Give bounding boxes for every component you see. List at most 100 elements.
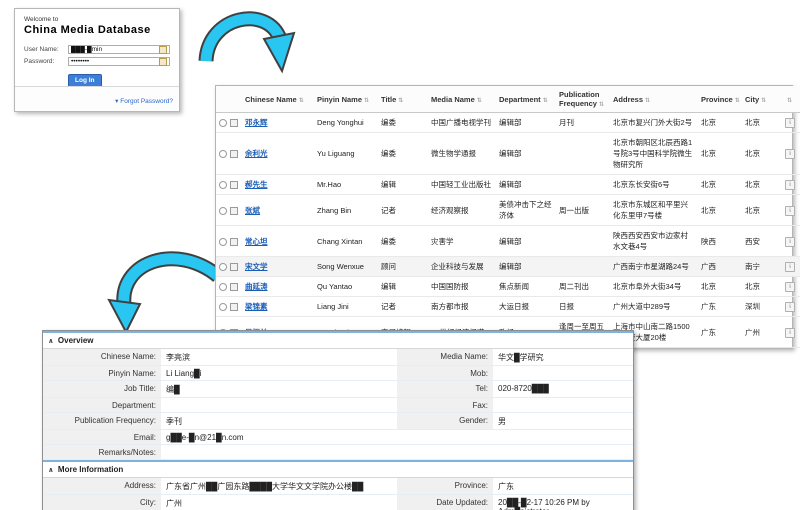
- field-label: Chinese Name:: [43, 349, 161, 365]
- column-header-chinese-name[interactable]: Chinese Name⇅: [242, 86, 314, 113]
- cell-city: 南宁: [742, 257, 782, 277]
- info-icon[interactable]: i: [785, 262, 795, 272]
- table-row[interactable]: 张斌Zhang Bin记者经济观察报美债冲击下之经济体周一出版北京市东城区和平里…: [216, 195, 800, 226]
- column-header-province[interactable]: Province⇅: [698, 86, 742, 113]
- row-radio[interactable]: [219, 119, 227, 127]
- field-value: [493, 430, 633, 444]
- cell-frequency: 月刊: [556, 113, 610, 133]
- table-row[interactable]: 曲延涛Qu Yantao编辑中国国防报焦点新闻周二刊出北京市阜外大街34号北京北…: [216, 277, 800, 297]
- info-icon[interactable]: i: [785, 237, 795, 247]
- row-edit-icon[interactable]: [230, 263, 238, 271]
- record-link[interactable]: 曲延涛: [245, 282, 268, 291]
- autofill-icon[interactable]: [159, 58, 167, 66]
- cell-pinyin: Song Wenxue: [314, 257, 378, 277]
- row-edit-icon[interactable]: [230, 303, 238, 311]
- sort-icon[interactable]: ⇅: [477, 98, 482, 104]
- record-link[interactable]: 梁锦素: [245, 302, 268, 311]
- cell-pinyin: Qu Yantao: [314, 277, 378, 297]
- cell-address: 北京市朝阳区北辰西路1号院3号中国科学院微生物研究所: [610, 133, 698, 175]
- row-radio[interactable]: [219, 150, 227, 158]
- column-header-media-name[interactable]: Media Name⇅: [428, 86, 496, 113]
- cell-frequency: 周二刊出: [556, 277, 610, 297]
- cell-chinese-name: 邓永辉: [242, 113, 314, 133]
- sort-icon[interactable]: ⇅: [299, 98, 304, 104]
- row-info-cell: i: [782, 277, 800, 297]
- field-value: 广东: [493, 478, 633, 494]
- table-row[interactable]: 郝先生Mr.Hao编辑中国轻工业出版社编辑部北京东长安街6号北京北京i: [216, 175, 800, 195]
- record-link[interactable]: 常心坦: [245, 237, 268, 246]
- row-radio[interactable]: [219, 263, 227, 271]
- more-info-section-header[interactable]: ∧ More Information: [43, 462, 633, 478]
- cell-pinyin: Deng Yonghui: [314, 113, 378, 133]
- sort-icon[interactable]: ⇅: [398, 98, 403, 104]
- row-radio[interactable]: [219, 283, 227, 291]
- cell-department: 美债冲击下之经济体: [496, 195, 556, 226]
- username-input[interactable]: ███-█min: [68, 45, 170, 54]
- column-header-pinyin-name[interactable]: Pinyin Name⇅: [314, 86, 378, 113]
- row-radio[interactable]: [219, 207, 227, 215]
- column-header-address[interactable]: Address⇅: [610, 86, 698, 113]
- cell-department: 编辑部: [496, 113, 556, 133]
- overview-section-header[interactable]: ∧ Overview: [43, 333, 633, 349]
- composite-canvas: Welcome to China Media Database User Nam…: [0, 0, 800, 510]
- info-icon[interactable]: i: [785, 149, 795, 159]
- autofill-icon[interactable]: [159, 46, 167, 54]
- column-header-publication-frequency[interactable]: Publication Frequency⇅: [556, 86, 610, 113]
- info-icon[interactable]: i: [785, 282, 795, 292]
- sort-icon[interactable]: ⇅: [599, 102, 604, 108]
- info-icon[interactable]: i: [785, 206, 795, 216]
- row-edit-icon[interactable]: [230, 119, 238, 127]
- password-value: ••••••••: [71, 58, 89, 65]
- column-header-city[interactable]: City⇅: [742, 86, 782, 113]
- table-row[interactable]: 宋文学Song Wenxue顾问企业科技与发展编辑部广西南宁市星湖路24号广西南…: [216, 257, 800, 277]
- row-edit-icon[interactable]: [230, 150, 238, 158]
- password-input[interactable]: ••••••••: [68, 57, 170, 66]
- row-edit-icon[interactable]: [230, 283, 238, 291]
- field-value: 编█: [161, 381, 397, 397]
- row-edit-icon[interactable]: [230, 238, 238, 246]
- info-icon[interactable]: i: [785, 118, 795, 128]
- cell-address: 陕西西安西安市边家村水文巷4号: [610, 226, 698, 257]
- row-radio[interactable]: [219, 303, 227, 311]
- cell-city: 深圳: [742, 297, 782, 317]
- overview-section: ∧ Overview Chinese Name:李亮滨Media Name:华文…: [43, 331, 633, 460]
- record-link[interactable]: 宋文学: [245, 262, 268, 271]
- field-value: [161, 445, 397, 459]
- field-label: Publication Frequency:: [43, 413, 161, 429]
- row-info-cell: i: [782, 195, 800, 226]
- row-radio[interactable]: [219, 238, 227, 246]
- row-radio[interactable]: [219, 181, 227, 189]
- cell-title: 编委: [378, 133, 428, 175]
- cell-chinese-name: 宋文学: [242, 257, 314, 277]
- table-row[interactable]: 余利光Yu Liguang编委微生物学通报编辑部北京市朝阳区北辰西路1号院3号中…: [216, 133, 800, 175]
- forgot-password-link[interactable]: ▾ Forgot Password?: [115, 98, 173, 105]
- record-link[interactable]: 余利光: [245, 149, 268, 158]
- column-header-title[interactable]: Title⇅: [378, 86, 428, 113]
- record-link[interactable]: 张斌: [245, 206, 260, 215]
- info-icon[interactable]: i: [785, 180, 795, 190]
- table-row[interactable]: 梁锦素Liang Jini记者南方都市报大运日报日报广州大道中289号广东深圳i: [216, 297, 800, 317]
- record-link[interactable]: 邓永辉: [245, 118, 268, 127]
- field-value: 广州: [161, 495, 397, 510]
- column-header-label: Department: [499, 95, 541, 104]
- cell-city: 广州: [742, 317, 782, 348]
- column-header-department[interactable]: Department⇅: [496, 86, 556, 113]
- info-icon[interactable]: i: [785, 328, 795, 338]
- info-icon[interactable]: i: [785, 302, 795, 312]
- table-row[interactable]: 邓永辉Deng Yonghui编委中国广播电视学刊编辑部月刊北京市复兴门外大街2…: [216, 113, 800, 133]
- cell-media: 中国轻工业出版社: [428, 175, 496, 195]
- table-row[interactable]: 常心坦Chang Xintan编委灾害学编辑部陕西西安西安市边家村水文巷4号陕西…: [216, 226, 800, 257]
- sort-icon[interactable]: ⇅: [543, 98, 548, 104]
- sort-icon[interactable]: ⇅: [645, 98, 650, 104]
- collapse-icon: ∧: [48, 467, 54, 474]
- sort-icon[interactable]: ⇅: [735, 98, 740, 104]
- cell-province: 北京: [698, 195, 742, 226]
- row-edit-icon[interactable]: [230, 181, 238, 189]
- sort-icon[interactable]: ⇅: [364, 98, 369, 104]
- row-edit-icon[interactable]: [230, 207, 238, 215]
- results-table: Chinese Name⇅Pinyin Name⇅Title⇅Media Nam…: [216, 86, 800, 348]
- sort-icon[interactable]: ⇅: [761, 98, 766, 104]
- record-link[interactable]: 郝先生: [245, 180, 268, 189]
- column-header-label: Media Name: [431, 95, 475, 104]
- column-header-label: Title: [381, 95, 396, 104]
